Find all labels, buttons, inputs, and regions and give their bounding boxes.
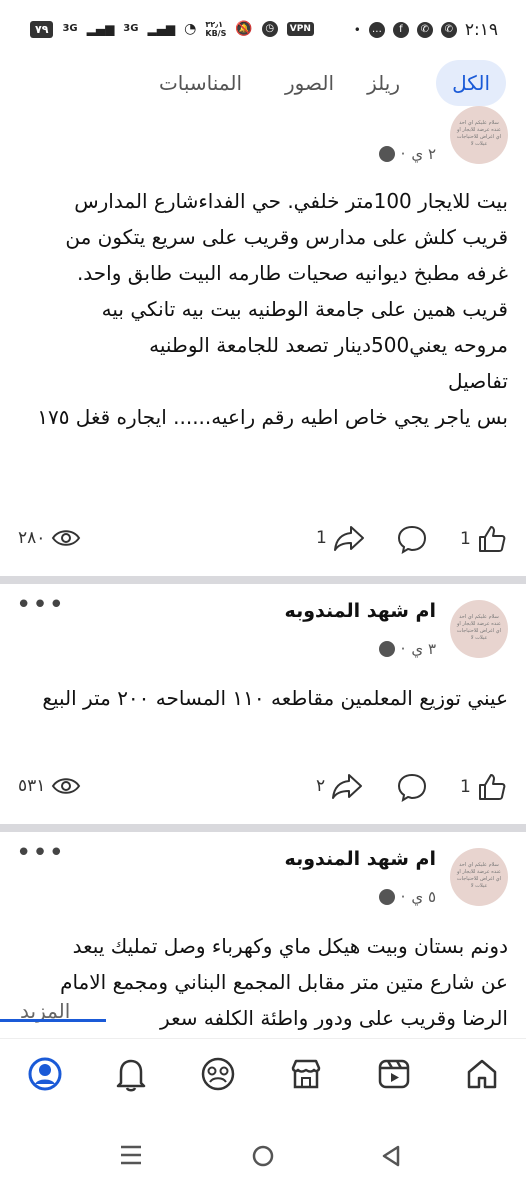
recent-apps-icon[interactable] — [119, 1144, 143, 1170]
more-options-icon[interactable]: ••• — [16, 838, 65, 868]
back-button-icon[interactable] — [380, 1144, 402, 1172]
comment-button[interactable] — [396, 772, 428, 802]
share-icon — [332, 774, 363, 799]
clock-time: ٢:١٩ — [464, 20, 498, 40]
battery-icon: ٧٩ — [30, 20, 54, 38]
messenger-icon: … — [368, 22, 385, 38]
profile-icon[interactable] — [20, 1049, 70, 1099]
post-meta: ٣ ي · — [378, 640, 436, 658]
eye-icon — [52, 778, 81, 794]
net-speed: ٣٢٫١ KB/S — [205, 20, 227, 38]
post-meta: ٥ ي · — [378, 888, 436, 906]
whatsapp-icon-2: ✆ — [440, 22, 457, 38]
post-card: سلام عليكم اي احد عنده عرضة للايجار او ا… — [0, 832, 526, 1038]
share-button[interactable]: ٢ — [316, 772, 363, 800]
author-avatar[interactable]: سلام عليكم اي احد عنده عرضة للايجار او ا… — [450, 600, 508, 658]
author-name[interactable]: ام شهد المندوبه — [285, 848, 436, 870]
whatsapp-icon: ✆ — [416, 22, 433, 38]
status-bar: ٧٩ 3G ▂▄▆ 3G ▂▄▆ ◔ ٣٢٫١ KB/S 🔕 ◷ VPN • … … — [0, 0, 526, 60]
views-count: ٥٣١ — [18, 774, 81, 798]
vpn-icon: VPN — [286, 22, 314, 36]
home-button-icon[interactable] — [251, 1144, 275, 1172]
comment-icon — [397, 525, 427, 554]
post-divider — [0, 824, 526, 832]
system-navigation — [0, 1110, 526, 1186]
post-card: سلام عليكم اي احد عنده عرضة للايجار او ا… — [0, 584, 526, 824]
globe-icon — [378, 146, 395, 162]
filter-tabs: الكل ريلز الصور المناسبات — [0, 60, 526, 110]
views-count: ٢٨٠ — [18, 526, 81, 550]
post-time: ٥ ي — [411, 888, 436, 906]
comment-button[interactable] — [396, 524, 428, 554]
post-text: عيني توزيع المعلمين مقاطعه ١١٠ المساحه ٢… — [42, 686, 508, 710]
post-time: ٣ ي — [411, 640, 436, 658]
like-button[interactable]: 1 — [460, 772, 507, 802]
like-icon — [478, 526, 506, 552]
tab-reels[interactable]: ريلز — [367, 60, 400, 106]
more-options-icon[interactable]: ••• — [16, 590, 65, 620]
globe-icon — [378, 889, 395, 905]
share-icon — [333, 526, 364, 551]
tab-all[interactable]: الكل — [436, 60, 506, 106]
signal-bars-icon-2: ▂▄▆ — [147, 22, 176, 36]
more-dots-icon: • — [353, 23, 361, 37]
post-actions: ٥٣١ ٢ 1 — [0, 772, 526, 812]
tab-photos[interactable]: الصور — [285, 60, 334, 106]
post-meta: ٢ ي · — [378, 145, 436, 163]
active-tab-indicator — [0, 1019, 106, 1022]
signal-bars-icon: ▂▄▆ — [86, 22, 115, 36]
eye-icon — [52, 530, 81, 546]
notifications-icon[interactable] — [106, 1049, 156, 1099]
mute-icon: 🔕 — [235, 21, 253, 37]
post-text: بيت للايجار 100متر خلفي. حي الفداءشارع ا… — [37, 189, 508, 429]
tab-events[interactable]: المناسبات — [159, 60, 242, 106]
author-avatar[interactable]: سلام عليكم اي احد عنده عرضة للايجار او ا… — [450, 848, 508, 906]
comment-icon — [397, 773, 427, 802]
author-avatar[interactable]: سلام عليكم اي احد عنده عرضة للايجار او ا… — [450, 106, 508, 164]
home-icon[interactable] — [457, 1049, 507, 1099]
like-icon — [478, 774, 506, 800]
signal-icon-2: 3G — [123, 23, 139, 34]
post-actions: ٢٨٠ 1 1 — [0, 524, 526, 564]
bottom-navigation — [0, 1038, 526, 1109]
facebook-icon: f — [392, 22, 409, 38]
alarm-icon: ◷ — [261, 21, 278, 37]
post-divider — [0, 576, 526, 584]
share-button[interactable]: 1 — [316, 524, 365, 552]
video-icon[interactable] — [369, 1049, 419, 1099]
post-card: سلام عليكم اي احد عنده عرضة للايجار او ا… — [0, 106, 526, 580]
like-button[interactable]: 1 — [460, 524, 507, 554]
marketplace-icon[interactable] — [281, 1049, 331, 1099]
post-time: ٢ ي — [411, 145, 436, 163]
globe-icon — [378, 641, 395, 657]
groups-icon[interactable] — [193, 1049, 243, 1099]
wifi-icon: ◔ — [184, 21, 197, 37]
author-name[interactable]: ام شهد المندوبه — [285, 600, 436, 622]
signal-icon: 3G — [62, 23, 78, 34]
